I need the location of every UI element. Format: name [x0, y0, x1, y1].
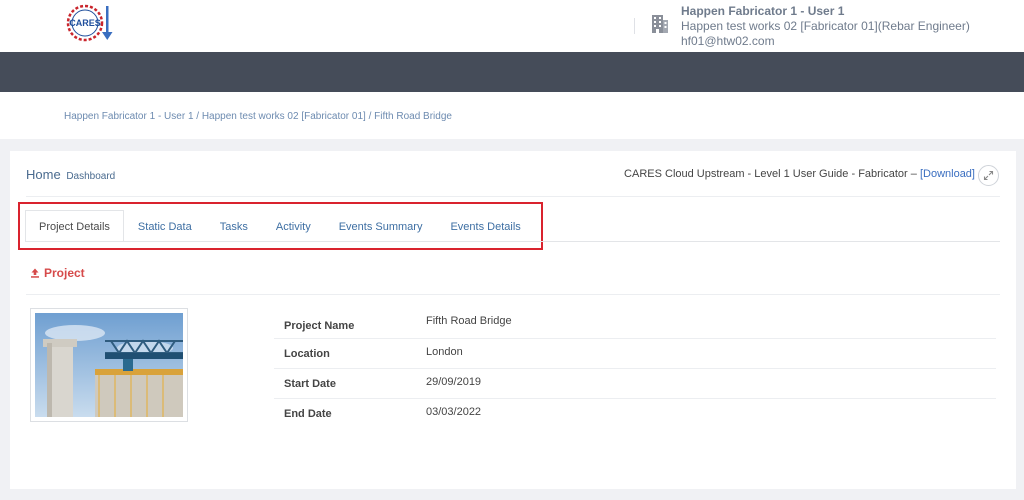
user-guide: CARES Cloud Upstream - Level 1 User Guid… — [624, 168, 975, 180]
expand-icon — [983, 170, 994, 181]
building-icon — [652, 15, 668, 33]
divider — [26, 196, 1000, 197]
project-image — [30, 308, 188, 422]
tab-events-summary[interactable]: Events Summary — [325, 210, 437, 242]
user-guide-text: CARES Cloud Upstream - Level 1 User Guid… — [624, 168, 917, 180]
upload-icon — [31, 268, 39, 278]
user-email: hf01@htw02.com — [681, 34, 775, 48]
detail-row-start-date: Start Date 29/09/2019 — [274, 369, 996, 399]
breadcrumb[interactable]: Happen Fabricator 1 - User 1 / Happen te… — [64, 111, 452, 122]
project-details-table: Project Name Fifth Road Bridge Location … — [274, 309, 996, 429]
page-title-text: Home — [26, 167, 61, 182]
breadcrumb-bar: Happen Fabricator 1 - User 1 / Happen te… — [0, 92, 1024, 139]
divider — [26, 294, 1000, 295]
tab-project-details[interactable]: Project Details — [25, 210, 124, 242]
bridge-construction-image — [35, 313, 183, 417]
section-title-text: Project — [44, 266, 85, 280]
tab-activity[interactable]: Activity — [262, 210, 325, 242]
nav-band — [0, 52, 1024, 92]
detail-row-location: Location London — [274, 339, 996, 369]
detail-label: Start Date — [284, 378, 336, 390]
user-name: Happen Fabricator 1 - User 1 — [681, 4, 845, 18]
main-panel: Home Dashboard CARES Cloud Upstream - Le… — [10, 151, 1016, 489]
tab-tasks[interactable]: Tasks — [206, 210, 262, 242]
tab-bar: Project Details Static Data Tasks Activi… — [25, 210, 535, 242]
tabs-underline — [26, 241, 1000, 242]
detail-row-project-name: Project Name Fifth Road Bridge — [274, 309, 996, 339]
tab-events-details[interactable]: Events Details — [436, 210, 534, 242]
detail-label: Location — [284, 348, 330, 360]
top-bar: CARES Happen Fabricator 1 - User 1 Happe… — [0, 0, 1024, 52]
expand-button[interactable] — [978, 165, 999, 186]
user-info[interactable]: Happen Fabricator 1 - User 1 Happen test… — [681, 4, 970, 49]
divider — [634, 18, 635, 34]
section-title: Project — [30, 266, 85, 280]
page-title: Home Dashboard — [26, 167, 115, 182]
logo-text: CARES — [69, 18, 101, 28]
user-role: Happen test works 02 [Fabricator 01](Reb… — [681, 19, 970, 33]
download-link[interactable]: [Download] — [920, 168, 975, 180]
detail-value: 03/03/2022 — [426, 406, 482, 418]
page-subtitle: Dashboard — [66, 171, 116, 182]
detail-value: 29/09/2019 — [426, 376, 482, 388]
detail-value: Fifth Road Bridge — [426, 315, 512, 327]
tab-static-data[interactable]: Static Data — [124, 210, 206, 242]
detail-row-end-date: End Date 03/03/2022 — [274, 399, 996, 429]
detail-value: London — [426, 346, 463, 358]
detail-label: End Date — [284, 408, 332, 420]
cares-logo[interactable]: CARES — [66, 4, 114, 42]
detail-label: Project Name — [284, 320, 355, 332]
